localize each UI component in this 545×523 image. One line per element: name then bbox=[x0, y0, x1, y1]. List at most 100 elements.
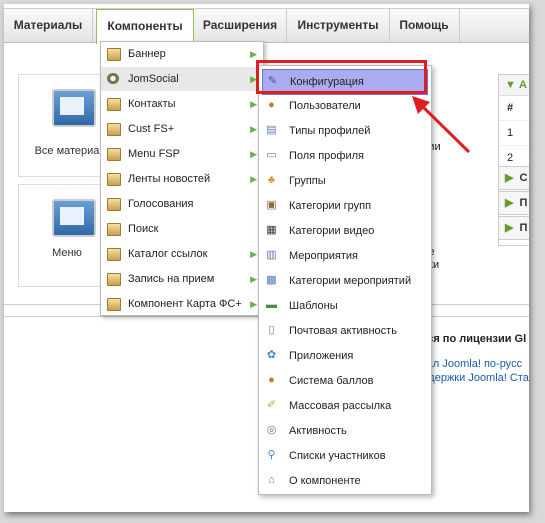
expand-arrow-icon: ▶ bbox=[505, 197, 514, 209]
folder-icon bbox=[107, 123, 121, 136]
submenu-arrow-icon: ▶ bbox=[250, 249, 257, 259]
callout-arrow-icon bbox=[412, 96, 471, 154]
window-frame: Материалы Компоненты Расширения Инструме… bbox=[4, 4, 529, 512]
menu-item-label: Группы bbox=[289, 175, 326, 187]
accordion-label: П bbox=[519, 197, 528, 209]
accordion-label: П bbox=[519, 222, 528, 234]
footer-link[interactable]: оддержки Joomla! Ста bbox=[416, 372, 529, 384]
events-icon: ▥ bbox=[266, 249, 277, 261]
folder-icon bbox=[107, 248, 121, 261]
menu-item-label: Голосования bbox=[128, 198, 194, 210]
menu-item-event-categories[interactable]: ▩ Категории мероприятий bbox=[259, 269, 431, 293]
apps-icon: ✿ bbox=[266, 349, 277, 361]
menu-item-label: Приложения bbox=[289, 350, 354, 362]
menu-item-search[interactable]: Поиск bbox=[101, 217, 263, 241]
menu-item-label: Запись на прием bbox=[128, 273, 215, 285]
folder-icon bbox=[107, 198, 121, 211]
menu-item-label: Пользователи bbox=[289, 100, 361, 112]
submenu-arrow-icon: ▶ bbox=[250, 174, 257, 184]
accordion-item[interactable]: ▶ П bbox=[498, 216, 529, 240]
menu-item-label: Типы профилей bbox=[289, 125, 371, 137]
folder-icon bbox=[107, 48, 121, 61]
menu-item-label: Компонент Карта ФС+ bbox=[128, 298, 242, 310]
menu-components[interactable]: Компоненты bbox=[96, 9, 194, 44]
menu-item-group-categories[interactable]: ▣ Категории групп bbox=[259, 194, 431, 218]
folder-icon bbox=[107, 173, 121, 186]
menu-item-label: Контакты bbox=[128, 98, 176, 110]
menu-item-weblinks[interactable]: Каталог ссылок ▶ bbox=[101, 242, 263, 266]
mass-mail-icon: ✐ bbox=[266, 399, 277, 411]
table-row: 1 bbox=[499, 121, 529, 146]
groups-icon: ♣ bbox=[267, 174, 276, 186]
menu-item-member-lists[interactable]: ⚲ Списки участников bbox=[259, 444, 431, 468]
member-lists-icon: ⚲ bbox=[267, 449, 276, 461]
right-panel-header[interactable]: ▼ А bbox=[499, 75, 529, 96]
menu-item-label: Мероприятия bbox=[289, 250, 358, 262]
submenu-arrow-icon: ▶ bbox=[250, 274, 257, 284]
menu-item-label: Категории групп bbox=[289, 200, 372, 212]
menu-item-jomsocial[interactable]: JomSocial ▶ bbox=[101, 67, 263, 91]
submenu-arrow-icon: ▶ bbox=[250, 99, 257, 109]
profile-fields-icon: ▭ bbox=[266, 149, 277, 161]
license-text: ется по лицензии Gl bbox=[416, 333, 527, 345]
menu-item-menu-fsp[interactable]: Menu FSP ▶ bbox=[101, 142, 263, 166]
event-categories-icon: ▩ bbox=[266, 274, 277, 286]
menu-tools[interactable]: Инструменты bbox=[287, 9, 390, 42]
menu-manager-icon bbox=[52, 199, 96, 237]
menu-item-label: Списки участников bbox=[289, 450, 386, 462]
top-menubar: Материалы Компоненты Расширения Инструме… bbox=[4, 8, 529, 44]
submenu-arrow-icon: ▶ bbox=[250, 124, 257, 134]
accordion-label: С bbox=[519, 172, 528, 184]
folder-icon bbox=[107, 298, 121, 311]
menu-item-newsfeeds[interactable]: Ленты новостей ▶ bbox=[101, 167, 263, 191]
menu-item-banner[interactable]: Баннер ▶ bbox=[101, 42, 263, 66]
expand-arrow-icon: ▶ bbox=[505, 172, 514, 184]
menu-item-mass-mail[interactable]: ✐ Массовая рассылка bbox=[259, 394, 431, 418]
menu-item-applications[interactable]: ✿ Приложения bbox=[259, 344, 431, 368]
menu-item-about[interactable]: ⌂ О компоненте bbox=[259, 469, 431, 493]
templates-icon: ▬ bbox=[266, 299, 277, 311]
menu-item-label: Баннер bbox=[128, 48, 166, 60]
menu-extensions[interactable]: Расширения bbox=[194, 9, 287, 42]
profile-types-icon: ▤ bbox=[266, 124, 277, 136]
group-categories-icon: ▣ bbox=[266, 199, 277, 211]
user-icon: ● bbox=[268, 99, 275, 111]
menu-help[interactable]: Помощь bbox=[389, 9, 460, 42]
accordion-item[interactable]: ▶ С bbox=[498, 166, 529, 190]
menu-item-points[interactable]: ● Система баллов bbox=[259, 369, 431, 393]
menu-item-mail-activity[interactable]: ▯ Почтовая активность bbox=[259, 319, 431, 343]
menu-materials[interactable]: Материалы bbox=[4, 9, 93, 42]
menu-item-label: О компоненте bbox=[289, 475, 361, 487]
menu-item-groups[interactable]: ♣ Группы bbox=[259, 169, 431, 193]
menu-item-activity[interactable]: ◎ Активность bbox=[259, 419, 431, 443]
activity-icon: ◎ bbox=[266, 424, 277, 436]
menu-item-contacts[interactable]: Контакты ▶ bbox=[101, 92, 263, 116]
points-icon: ● bbox=[268, 374, 275, 386]
menu-item-label: Поля профиля bbox=[289, 150, 364, 162]
folder-icon bbox=[107, 223, 121, 236]
menu-item-templates[interactable]: ▬ Шаблоны bbox=[259, 294, 431, 318]
submenu-arrow-icon: ▶ bbox=[250, 299, 257, 309]
about-icon: ⌂ bbox=[268, 474, 275, 486]
menu-item-label: Активность bbox=[289, 425, 347, 437]
menu-item-label: Шаблоны bbox=[289, 300, 338, 312]
menu-item-map-fs[interactable]: Компонент Карта ФС+ ▶ bbox=[101, 292, 263, 316]
menu-item-appointments[interactable]: Запись на прием ▶ bbox=[101, 267, 263, 291]
menu-item-cust-fs[interactable]: Cust FS+ ▶ bbox=[101, 117, 263, 141]
components-dropdown: Баннер ▶ JomSocial ▶ Контакты ▶ Cust FS+ ▶ M… bbox=[100, 41, 264, 316]
menu-item-polls[interactable]: Голосования bbox=[101, 192, 263, 216]
folder-icon bbox=[107, 98, 121, 111]
menu-item-video-categories[interactable]: ▦ Категории видео bbox=[259, 219, 431, 243]
folder-icon bbox=[107, 273, 121, 286]
menu-item-label: Система баллов bbox=[289, 375, 374, 387]
menu-item-label: Массовая рассылка bbox=[289, 400, 392, 412]
menu-item-label: Поиск bbox=[128, 223, 159, 235]
menu-item-events[interactable]: ▥ Мероприятия bbox=[259, 244, 431, 268]
highlight-box bbox=[256, 60, 427, 94]
right-panel-title: А bbox=[518, 79, 527, 91]
accordion-item[interactable]: ▶ П bbox=[498, 191, 529, 215]
video-categories-icon: ▦ bbox=[266, 224, 277, 236]
menu-item-label: Категории мероприятий bbox=[289, 275, 412, 287]
articles-icon bbox=[52, 89, 96, 127]
menu-item-label: Почтовая активность bbox=[289, 325, 397, 337]
